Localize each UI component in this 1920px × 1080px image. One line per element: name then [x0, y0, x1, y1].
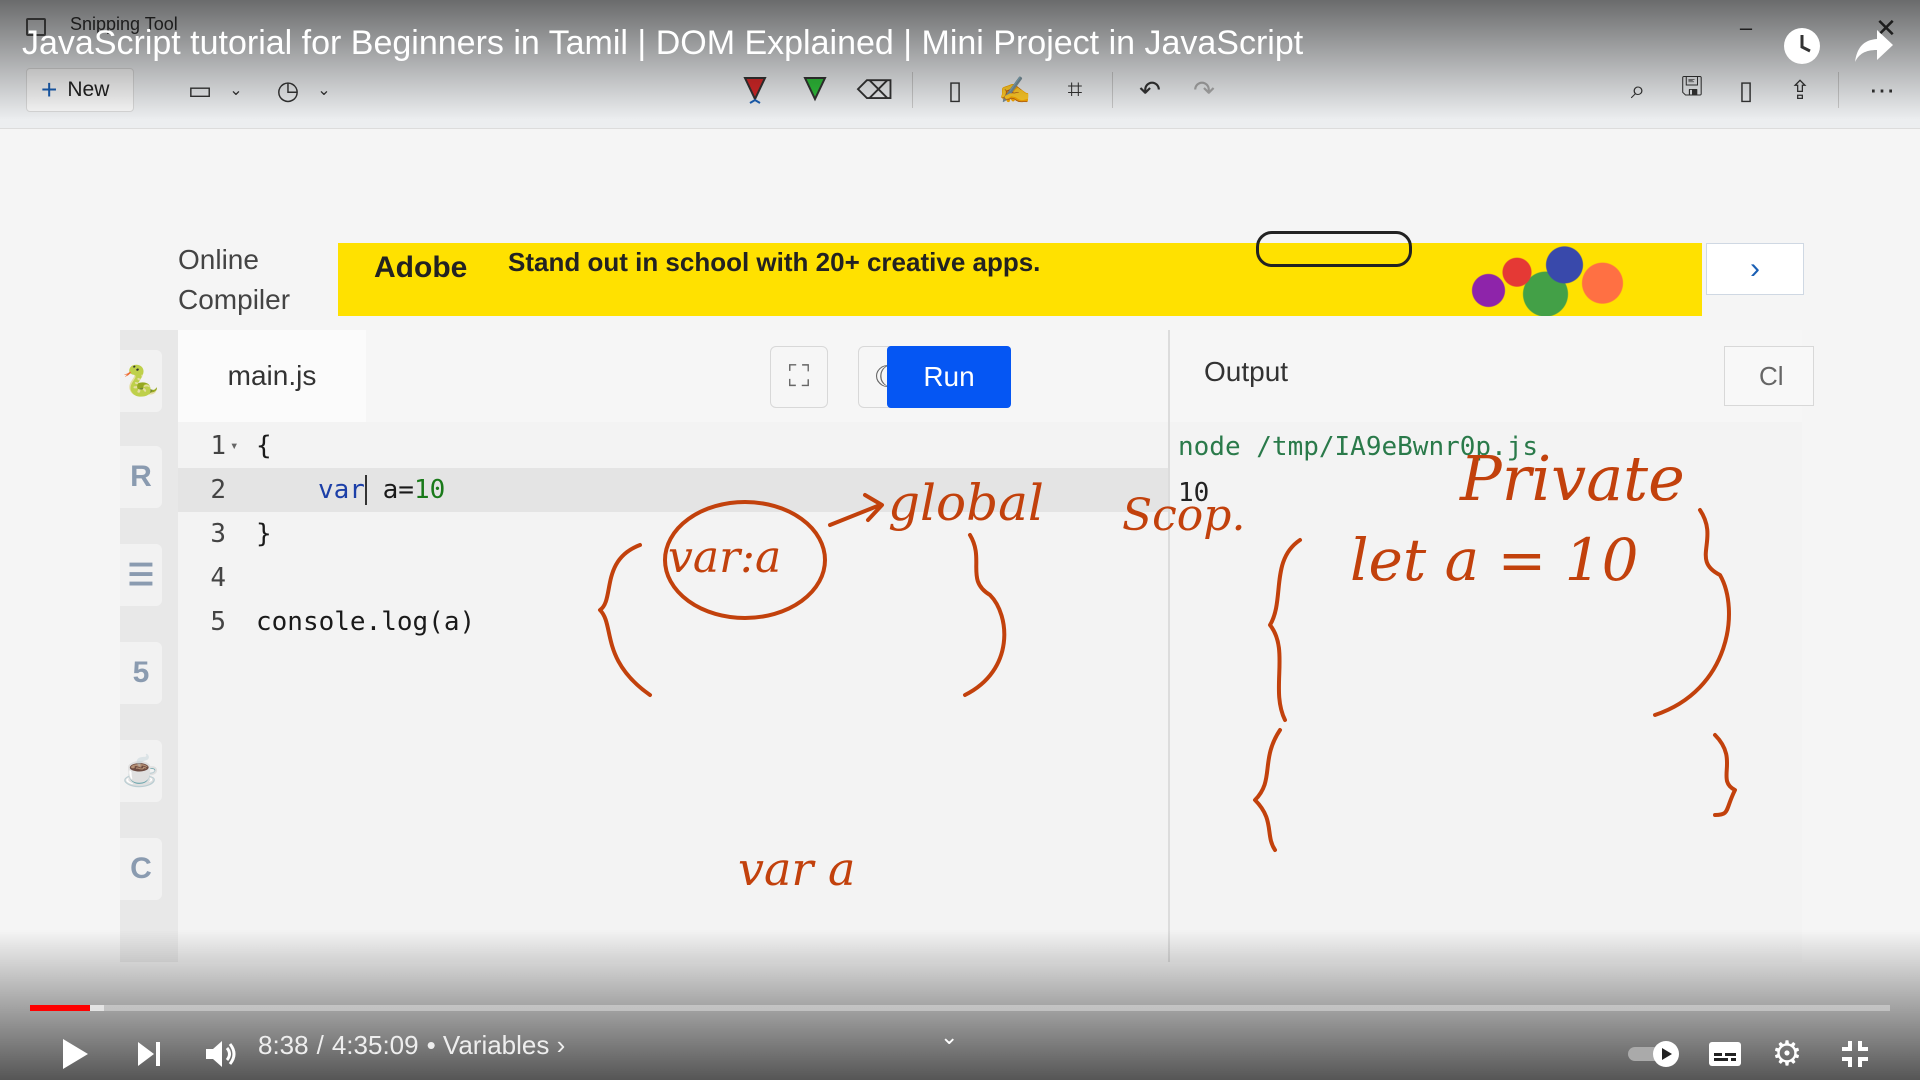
bottom-annotation: var a [738, 842, 855, 896]
time-display: 8:38 / 4:35:09 • Variables › [258, 1030, 565, 1061]
subtitles-icon[interactable] [1700, 1026, 1750, 1080]
global-annotation: global [888, 474, 1044, 532]
private-annotation: Private [1459, 442, 1685, 515]
let-annotation: let a = 10 [1350, 526, 1638, 594]
lower-right-brace-stroke [1713, 733, 1737, 817]
scope-annotation: Scop. [1122, 490, 1245, 541]
volume-icon[interactable] [196, 1026, 246, 1080]
progress-bar[interactable] [30, 1005, 1890, 1011]
chevron-down-icon[interactable]: ⌄ [940, 1024, 958, 1050]
video-frame[interactable]: Snipping Tool + New ▭ ⌄ ◷ ⌄ ⌫ ▯ ✍ ⌗ ↶ ↷ … [0, 0, 1920, 1080]
lower-left-brace-stroke [1253, 728, 1282, 852]
autoplay-toggle[interactable] [1624, 1026, 1684, 1080]
duration: 4:35:09 [331, 1030, 419, 1060]
private-left-brace-stroke [1268, 538, 1302, 722]
next-icon[interactable] [124, 1026, 174, 1080]
settings-icon[interactable]: ⚙ [1762, 1026, 1812, 1080]
exit-fullscreen-icon[interactable] [1830, 1026, 1880, 1080]
time-separator: / [316, 1030, 324, 1060]
circled-annotation: var:a [668, 532, 781, 583]
arrow-stroke [828, 493, 884, 527]
right-brace-stroke [963, 533, 1007, 697]
play-icon[interactable] [50, 1026, 100, 1080]
ink-annotations: var:a global Scop. Private let a = 10 va… [598, 442, 1737, 896]
left-brace-stroke [598, 543, 652, 697]
private-right-brace-stroke [1653, 508, 1731, 717]
chapter-title[interactable]: • Variables › [427, 1030, 566, 1061]
current-time: 8:38 [258, 1030, 309, 1060]
played-segment [30, 1005, 90, 1011]
